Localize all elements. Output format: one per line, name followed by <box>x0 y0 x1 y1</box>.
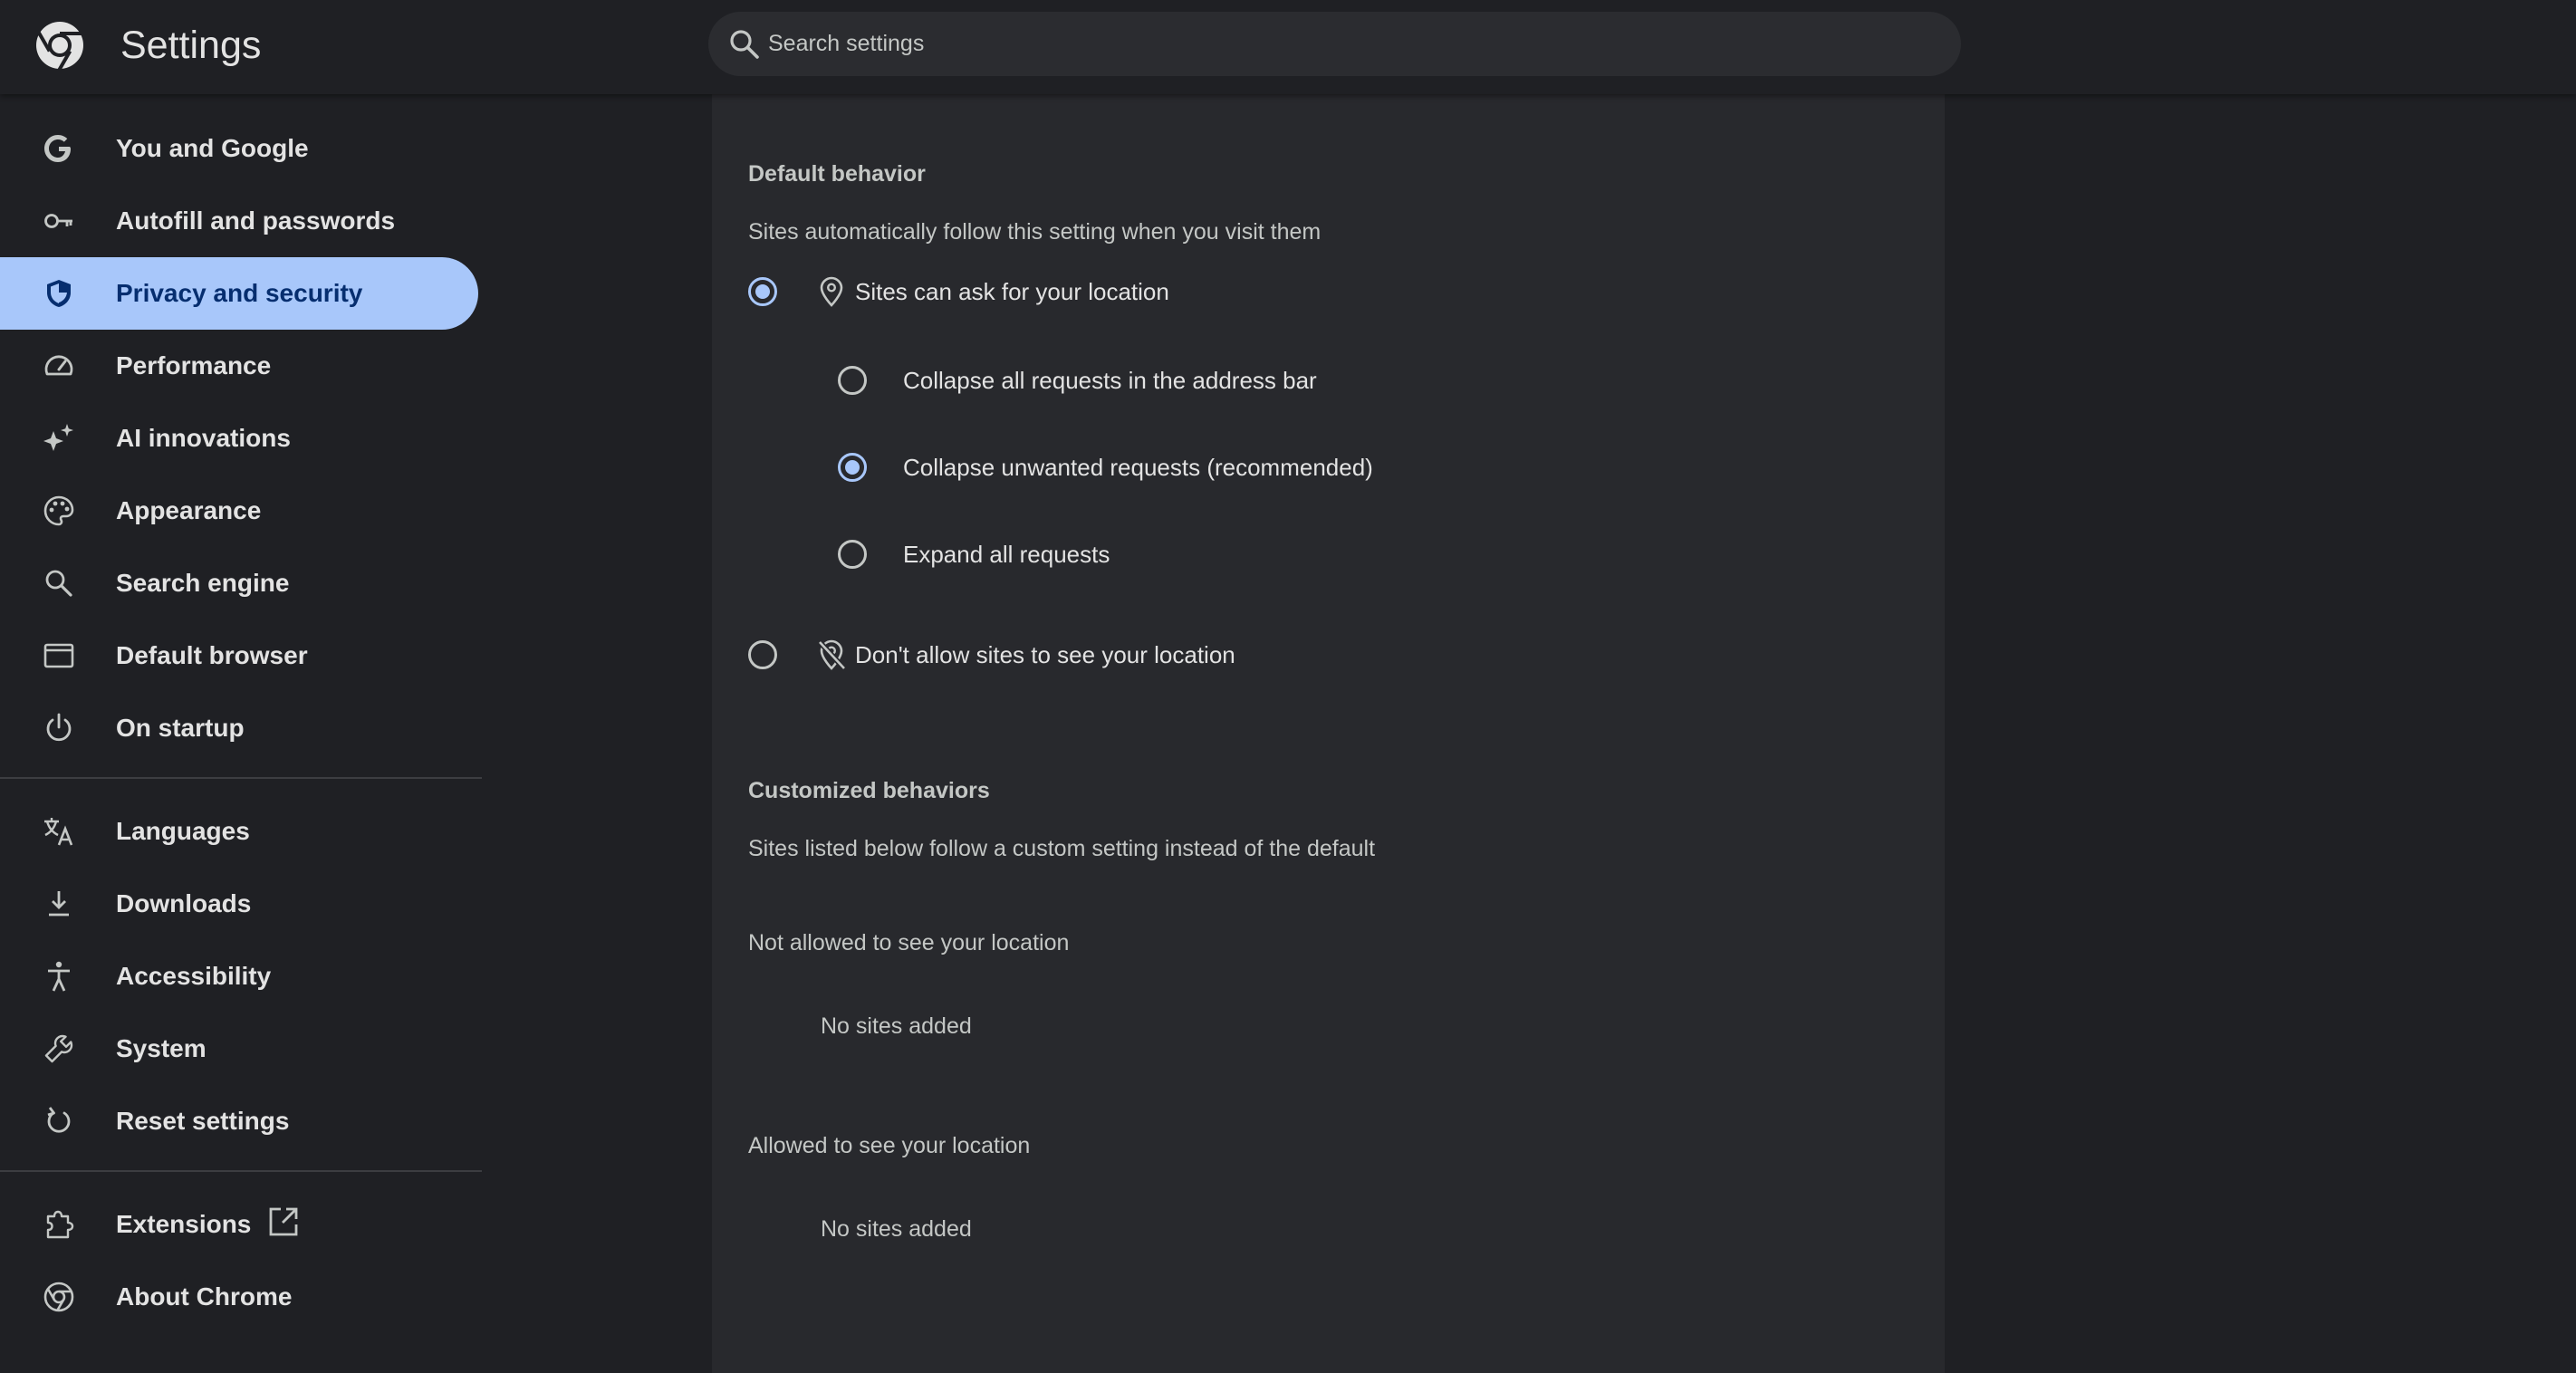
wrench-icon <box>44 1034 73 1063</box>
sidebar-item-search-engine[interactable]: Search engine <box>0 547 478 619</box>
sidebar-divider <box>0 1170 482 1172</box>
sidebar-item-label: You and Google <box>116 134 309 162</box>
search-icon <box>45 570 72 597</box>
location-off-icon <box>817 639 846 671</box>
open-in-new-icon[interactable] <box>267 1205 300 1238</box>
sidebar-item-label: About Chrome <box>116 1282 293 1311</box>
reset-icon <box>47 1107 71 1133</box>
main-panel: Default behavior Sites automatically fol… <box>712 94 1945 1373</box>
not-allowed-empty: No sites added <box>821 1013 972 1039</box>
page-title: Settings <box>120 24 262 67</box>
radio-collapse-unwanted[interactable] <box>838 453 867 482</box>
sidebar-item-languages[interactable]: Languages <box>0 795 478 868</box>
sidebar-item-label: Autofill and passwords <box>116 206 396 235</box>
key-icon <box>44 214 72 228</box>
sidebar-item-performance[interactable]: Performance <box>0 330 478 402</box>
radio-dont-allow[interactable] <box>748 640 777 669</box>
search-box[interactable] <box>708 12 1961 76</box>
sidebar-item-extensions[interactable]: Extensions <box>0 1188 478 1261</box>
sidebar-item-label: Languages <box>116 817 250 845</box>
sidebar-item-label: Extensions <box>116 1210 252 1238</box>
sidebar-item-ai-innovations[interactable]: AI innovations <box>0 402 478 475</box>
translate-icon <box>44 818 73 846</box>
sidebar-item-you-and-google[interactable]: You and Google <box>0 112 478 185</box>
radio-collapse-all[interactable] <box>838 366 867 395</box>
sidebar-divider <box>0 777 482 779</box>
customized-behaviors-title: Customized behaviors <box>748 778 990 803</box>
sidebar-item-accessibility[interactable]: Accessibility <box>0 940 478 1013</box>
option-label: Collapse all requests in the address bar <box>903 367 1317 394</box>
option-label: Collapse unwanted requests (recommended) <box>903 454 1373 481</box>
chrome-icon <box>43 1282 74 1312</box>
search-icon <box>730 30 759 59</box>
sidebar-item-privacy-and-security[interactable]: Privacy and security <box>0 257 478 330</box>
sidebar-item-downloads[interactable]: Downloads <box>0 868 478 940</box>
sidebar-item-reset-settings[interactable]: Reset settings <box>0 1085 478 1157</box>
sidebar-item-label: Downloads <box>116 889 252 917</box>
search-input[interactable] <box>768 12 1937 76</box>
not-allowed-title: Not allowed to see your location <box>748 930 1070 955</box>
puzzle-icon <box>46 1210 74 1239</box>
sidebar-item-label: Performance <box>116 351 272 379</box>
google-g-icon <box>44 135 71 162</box>
sidebar-item-default-browser[interactable]: Default browser <box>0 619 478 692</box>
option-label: Sites can ask for your location <box>855 278 1169 305</box>
customized-behaviors-description: Sites listed below follow a custom setti… <box>748 836 1376 861</box>
sidebar-item-label: Default browser <box>116 641 308 669</box>
allowed-title: Allowed to see your location <box>748 1133 1031 1158</box>
sidebar-item-label: Search engine <box>116 569 290 597</box>
sidebar-item-appearance[interactable]: Appearance <box>0 475 478 547</box>
default-behavior-description: Sites automatically follow this setting … <box>748 219 1322 245</box>
default-behavior-title: Default behavior <box>748 161 926 187</box>
shield-icon <box>47 280 71 307</box>
sidebar-item-on-startup[interactable]: On startup <box>0 692 478 764</box>
sidebar-item-label: Accessibility <box>116 962 272 990</box>
radio-sites-can-ask[interactable] <box>748 277 777 306</box>
palette-icon <box>43 495 74 526</box>
sidebar-item-autofill[interactable]: Autofill and passwords <box>0 185 478 257</box>
sidebar-item-label: Reset settings <box>116 1107 290 1135</box>
sidebar-item-label: AI innovations <box>116 424 291 452</box>
radio-expand-all[interactable] <box>838 540 867 569</box>
sidebar-item-system[interactable]: System <box>0 1013 478 1085</box>
sidebar-item-label: On startup <box>116 714 245 742</box>
sidebar-item-label: Privacy and security <box>116 279 363 307</box>
sparkle-icon <box>43 424 73 451</box>
download-icon <box>49 891 69 917</box>
sidebar-item-label: System <box>116 1034 207 1062</box>
top-bar: Settings <box>0 0 2576 94</box>
option-label: Don't allow sites to see your location <box>855 641 1235 668</box>
allowed-empty: No sites added <box>821 1216 972 1242</box>
chrome-logo-icon <box>36 22 83 71</box>
speedometer-icon <box>44 355 73 376</box>
sidebar-item-about-chrome[interactable]: About Chrome <box>0 1261 478 1333</box>
accessibility-icon <box>48 961 70 992</box>
sidebar-item-label: Appearance <box>116 496 262 524</box>
location-pin-icon <box>820 276 843 307</box>
sidebar: You and Google Autofill and passwords Pr… <box>0 94 482 1373</box>
option-label: Expand all requests <box>903 541 1110 568</box>
power-icon <box>46 713 72 742</box>
browser-window-icon <box>43 643 74 668</box>
